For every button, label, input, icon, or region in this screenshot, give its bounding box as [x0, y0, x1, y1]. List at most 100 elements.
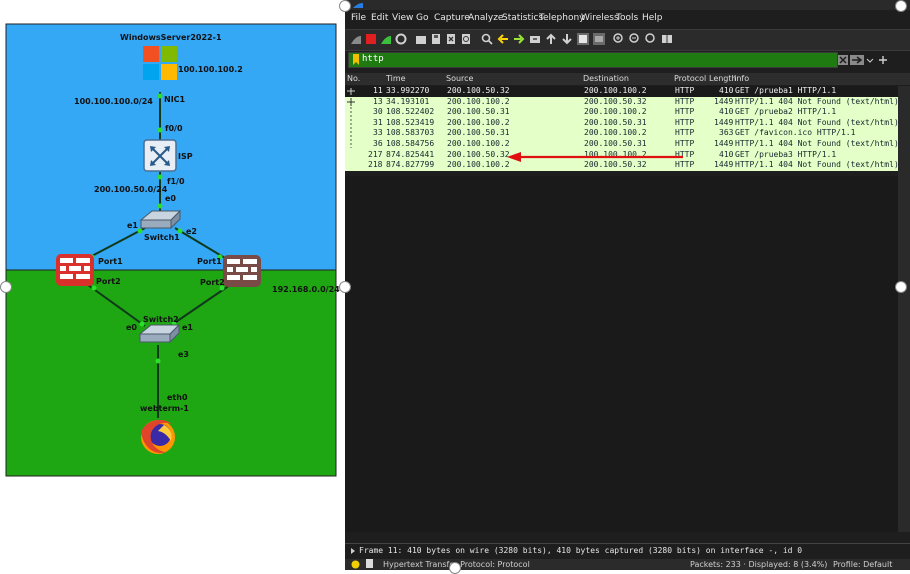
menu-wireless[interactable]: Wireless — [581, 13, 619, 23]
cell-destination: 200.100.50.31 — [584, 117, 647, 127]
net-top-label: 100.100.100.0/24 — [74, 97, 153, 106]
zoom-in-icon[interactable] — [613, 33, 625, 45]
firefox-icon[interactable] — [141, 419, 175, 454]
zoom-out-icon[interactable] — [629, 33, 641, 45]
cell-destination: 200.100.50.32 — [584, 96, 647, 106]
reload-icon[interactable] — [460, 33, 472, 45]
last-packet-icon[interactable] — [561, 33, 573, 45]
status-profile[interactable]: Profile: Default — [833, 560, 892, 569]
close-file-icon[interactable] — [445, 33, 457, 45]
menu-capture[interactable]: Capture — [434, 13, 470, 23]
find-packet-icon[interactable] — [481, 33, 493, 45]
fw2-port2-label: Port2 — [200, 278, 225, 287]
menu-file[interactable]: File — [351, 13, 366, 23]
cell-time: 108.523419 — [386, 117, 435, 127]
cell-length: 1449 — [714, 117, 734, 127]
status-bar: Hypertext Transfer Protocol: Protocol Pa… — [345, 559, 910, 570]
net-mid-label: 200.100.50.0/24 — [94, 185, 168, 194]
autoscroll-icon[interactable] — [577, 33, 589, 45]
sw1-e1-label: e1 — [127, 221, 138, 230]
net-bottom-label: 192.168.0.0/24 — [272, 285, 340, 294]
packet-row[interactable]: 30 108.522402 200.100.50.31 200.100.100.… — [345, 107, 898, 118]
col-info[interactable]: Info — [734, 74, 749, 83]
bookmark-icon[interactable] — [352, 54, 360, 66]
resize-handle-right[interactable] — [895, 281, 907, 293]
firewall1-icon[interactable] — [56, 254, 94, 286]
menu-statistics[interactable]: Statistics — [502, 13, 543, 23]
menu-help[interactable]: Help — [642, 13, 663, 23]
resize-handle-top-right[interactable] — [895, 0, 907, 12]
packet-list-scrollbar[interactable] — [898, 86, 910, 532]
packet-row[interactable]: 13 34.193101 200.100.100.2 200.100.50.32… — [345, 96, 899, 108]
packet-row[interactable]: 11 33.992270 200.100.50.32 200.100.100.2… — [345, 86, 898, 97]
capture-file-icon[interactable] — [365, 559, 374, 569]
cell-no: 33 — [373, 128, 383, 138]
cell-length: 363 — [719, 128, 734, 138]
cell-info: GET /prueba2 HTTP/1.1 — [735, 107, 837, 117]
cell-protocol: HTTP — [675, 128, 695, 138]
cell-destination: 200.100.100.2 — [584, 128, 647, 138]
isp-label: ISP — [178, 152, 193, 161]
cell-destination: 200.100.100.2 — [584, 107, 647, 117]
resize-handle-middle[interactable] — [339, 281, 351, 293]
menu-analyze[interactable]: Analyze — [468, 13, 503, 23]
status-packets: Packets: 233 · Displayed: 8 (3.4%) — [690, 560, 828, 569]
go-forward-icon[interactable] — [513, 33, 525, 45]
col-protocol[interactable]: Protocol — [674, 74, 706, 83]
frame-summary[interactable]: Frame 11: 410 bytes on wire (3280 bits),… — [359, 546, 802, 555]
save-file-icon[interactable] — [430, 33, 442, 45]
apply-filter-icon[interactable] — [850, 55, 864, 65]
sw1-e2-label: e2 — [186, 227, 197, 236]
cell-info: HTTP/1.1 404 Not Found (text/html) — [735, 117, 899, 127]
f00-label: f0/0 — [165, 124, 183, 133]
cell-length: 410 — [719, 107, 734, 117]
menu-go[interactable]: Go — [416, 13, 428, 23]
menu-edit[interactable]: Edit — [371, 13, 388, 23]
open-file-icon[interactable] — [415, 33, 427, 45]
go-back-icon[interactable] — [497, 33, 509, 45]
cell-no: 11 — [373, 86, 383, 95]
resize-handle-top[interactable] — [339, 0, 351, 12]
first-packet-icon[interactable] — [545, 33, 557, 45]
colorize-icon[interactable] — [593, 33, 605, 45]
menu-view[interactable]: View — [392, 13, 413, 23]
resize-handle-bottom[interactable] — [449, 562, 461, 574]
filter-history-icon[interactable] — [866, 55, 874, 65]
col-source[interactable]: Source — [446, 74, 473, 83]
capture-options-icon[interactable] — [395, 33, 407, 45]
packet-row[interactable]: 33 108.583703 200.100.50.31 200.100.100.… — [345, 128, 898, 139]
wireshark-fin-icon — [351, 3, 363, 8]
add-filter-button-icon[interactable] — [878, 55, 888, 65]
cell-no: 218 — [368, 160, 383, 170]
packet-row[interactable]: 31 108.523419 200.100.100.2 200.100.50.3… — [345, 117, 899, 129]
cell-time: 108.522402 — [386, 107, 435, 117]
restart-capture-icon[interactable] — [380, 33, 392, 45]
packet-details-pane: Frame 11: 410 bytes on wire (3280 bits),… — [345, 543, 910, 558]
go-to-packet-icon[interactable] — [529, 33, 541, 45]
cell-source: 200.100.50.32 — [447, 86, 510, 95]
col-length[interactable]: Length — [709, 74, 737, 83]
expand-arrow-icon[interactable] — [349, 547, 357, 555]
resize-columns-icon[interactable] — [661, 33, 673, 45]
title-bar — [345, 0, 910, 10]
cell-info: GET /prueba1 HTTP/1.1 — [735, 86, 837, 95]
col-no[interactable]: No. — [347, 74, 360, 83]
router-icon[interactable] — [143, 139, 177, 172]
menu-tools[interactable]: Tools — [616, 13, 638, 23]
cell-length: 410 — [719, 149, 734, 159]
stop-capture-icon[interactable] — [365, 33, 377, 45]
col-destination[interactable]: Destination — [583, 74, 629, 83]
display-filter-input[interactable]: http — [348, 52, 838, 68]
col-time[interactable]: Time — [386, 74, 406, 83]
webterm-label: webterm-1 — [140, 404, 189, 413]
start-capture-icon[interactable] — [350, 33, 362, 45]
packet-row[interactable]: 36 108.584756 200.100.100.2 200.100.50.3… — [345, 139, 899, 150]
firewall2-icon[interactable] — [223, 255, 261, 287]
resize-handle-left[interactable] — [0, 281, 12, 293]
clear-filter-icon[interactable] — [838, 55, 848, 65]
cell-protocol: HTTP — [675, 117, 695, 127]
menu-telephony[interactable]: Telephony — [539, 13, 585, 23]
cell-source: 200.100.100.2 — [447, 160, 510, 170]
normal-size-icon[interactable] — [645, 33, 657, 45]
cell-time: 874.827799 — [386, 160, 435, 170]
